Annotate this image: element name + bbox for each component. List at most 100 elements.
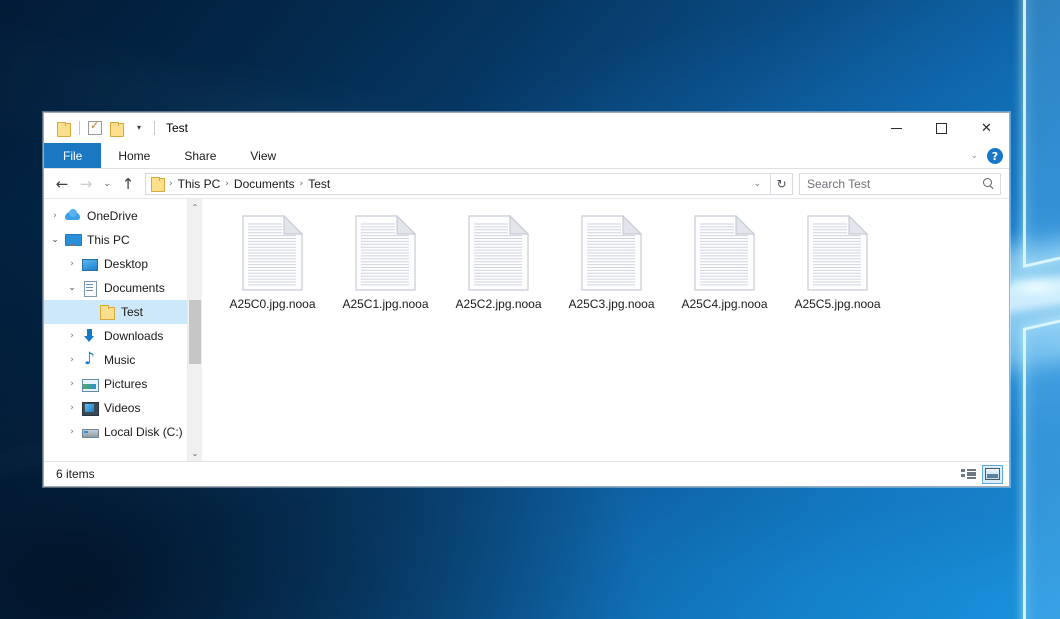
sidebar-item-label: Music [104,353,135,367]
details-view-icon [961,468,976,480]
scroll-down-icon[interactable]: ⌄ [188,445,202,461]
tab-view[interactable]: View [233,143,293,168]
sidebar-item-desktop[interactable]: › Desktop [44,252,187,276]
forward-button[interactable]: → [74,172,98,196]
sidebar-item-label: Documents [104,281,165,295]
chevron-right-icon[interactable]: › [63,379,81,389]
title-bar: ▾ Test ✕ [44,113,1009,143]
file-tile[interactable]: A25C3.jpg.nooa [555,211,668,329]
window-controls: ✕ [874,113,1009,143]
documents-icon [81,280,99,296]
sidebar-item-this-pc[interactable]: ⌄ This PC [44,228,187,252]
file-tile[interactable]: A25C2.jpg.nooa [442,211,555,329]
logo-pane-bottom-left [1023,316,1060,619]
file-list-area[interactable]: A25C0.jpg.nooaA25C1.jpg.nooa A25C2.jpg.no… [202,199,1009,461]
recent-locations-button[interactable]: ⌄ [98,172,116,196]
status-bar: 6 items [44,461,1009,486]
chevron-right-icon[interactable]: › [46,211,64,221]
search-box[interactable] [799,173,1001,195]
close-button[interactable]: ✕ [964,113,1009,143]
generic-document-icon [355,215,416,291]
scrollbar-track[interactable] [188,215,202,445]
sidebar-item-documents[interactable]: ⌄ Documents [44,276,187,300]
details-view-button[interactable] [958,465,979,484]
sidebar-item-downloads[interactable]: ›Downloads [44,324,187,348]
chevron-right-icon[interactable]: › [63,331,81,341]
sidebar-item-label: Desktop [104,257,148,271]
file-tile[interactable]: A25C4.jpg.nooa [668,211,781,329]
disk-icon [81,424,99,440]
chevron-down-icon[interactable]: ⌄ [46,235,64,245]
maximize-button[interactable] [919,113,964,143]
generic-document-icon [694,215,755,291]
sidebar-item-label: OneDrive [87,209,138,223]
sidebar-item-label: Local Disk (C:) [104,425,183,439]
search-icon[interactable] [982,177,995,190]
navigation-scrollbar[interactable]: ⌃ ⌄ [187,199,202,461]
file-tile[interactable]: A25C5.jpg.nooa [781,211,894,329]
sidebar-item-label: This PC [87,233,130,247]
music-icon [81,352,99,368]
generic-document-icon [242,215,303,291]
file-name-label: A25C5.jpg.nooa [794,297,880,311]
tab-file[interactable]: File [44,143,101,168]
ribbon-right-controls: ⌄ ? [970,143,1003,169]
cloud-icon [64,208,82,224]
sidebar-item-label: Test [121,305,143,319]
large-icons-view-button[interactable] [982,465,1003,484]
tab-home[interactable]: Home [101,143,167,168]
properties-icon[interactable] [84,117,106,139]
window-body: › OneDrive ⌄ This PC › Desktop ⌄ Documents Test ›… [44,198,1009,461]
generic-document-icon [807,215,868,291]
generic-document-icon [694,215,755,291]
chevron-down-icon[interactable]: ⌄ [747,179,767,189]
file-name-label: A25C3.jpg.nooa [568,297,654,311]
view-mode-buttons [958,465,1003,484]
new-folder-icon[interactable] [106,117,128,139]
chevron-down-icon[interactable]: ⌄ [63,283,81,293]
window-title: Test [166,121,188,135]
file-name-label: A25C4.jpg.nooa [681,297,767,311]
chevron-right-icon[interactable]: › [63,427,81,437]
scroll-up-icon[interactable]: ⌃ [188,199,202,215]
minimize-button[interactable] [874,113,919,143]
breadcrumb-item-this-pc[interactable]: This PC [174,177,225,191]
folder-icon[interactable] [53,117,75,139]
sidebar-item-music[interactable]: › Music [44,348,187,372]
chevron-down-icon[interactable]: ▾ [128,117,150,139]
sidebar-item-label: Videos [104,401,140,415]
sidebar-item-test[interactable]: Test [44,300,187,324]
chevron-down-icon[interactable]: ⌄ [970,151,978,161]
chevron-right-icon[interactable]: › [63,259,81,269]
generic-document-icon [468,215,529,291]
generic-document-icon [355,215,416,291]
file-tile[interactable]: A25C0.jpg.nooa [216,211,329,329]
back-button[interactable]: ← [50,172,74,196]
file-tile[interactable]: A25C1.jpg.nooa [329,211,442,329]
search-input[interactable] [807,177,982,191]
sidebar-item-local-disk-c[interactable]: › Local Disk (C:) [44,420,187,444]
breadcrumb[interactable]: › This PC › Documents › Test ⌄ [145,173,771,195]
generic-document-icon [468,215,529,291]
ribbon-tab-strip: File Home Share View ⌄ ? [44,143,1009,169]
refresh-button[interactable]: ↻ [771,173,793,195]
chevron-right-icon[interactable]: › [63,403,81,413]
up-button[interactable]: ↑ [116,172,140,196]
breadcrumb-item-documents[interactable]: Documents [230,177,299,191]
sidebar-item-pictures[interactable]: › Pictures [44,372,187,396]
scrollbar-thumb[interactable] [189,300,201,364]
tab-share[interactable]: Share [167,143,233,168]
chevron-right-icon[interactable]: › [63,355,81,365]
breadcrumb-item-test[interactable]: Test [304,177,334,191]
generic-document-icon [242,215,303,291]
folder-icon [98,304,116,320]
file-name-label: A25C2.jpg.nooa [455,297,541,311]
help-icon[interactable]: ? [987,148,1003,164]
address-bar-row: ← → ⌄ ↑ › This PC › Documents › Test ⌄ ↻ [44,169,1009,198]
sidebar-item-label: Pictures [104,377,147,391]
navigation-tree: › OneDrive ⌄ This PC › Desktop ⌄ Documents Test ›… [44,199,187,461]
sidebar-item-onedrive[interactable]: › OneDrive [44,204,187,228]
generic-document-icon [807,215,868,291]
sidebar-item-videos[interactable]: › Videos [44,396,187,420]
large-icons-view-icon [985,468,1000,480]
